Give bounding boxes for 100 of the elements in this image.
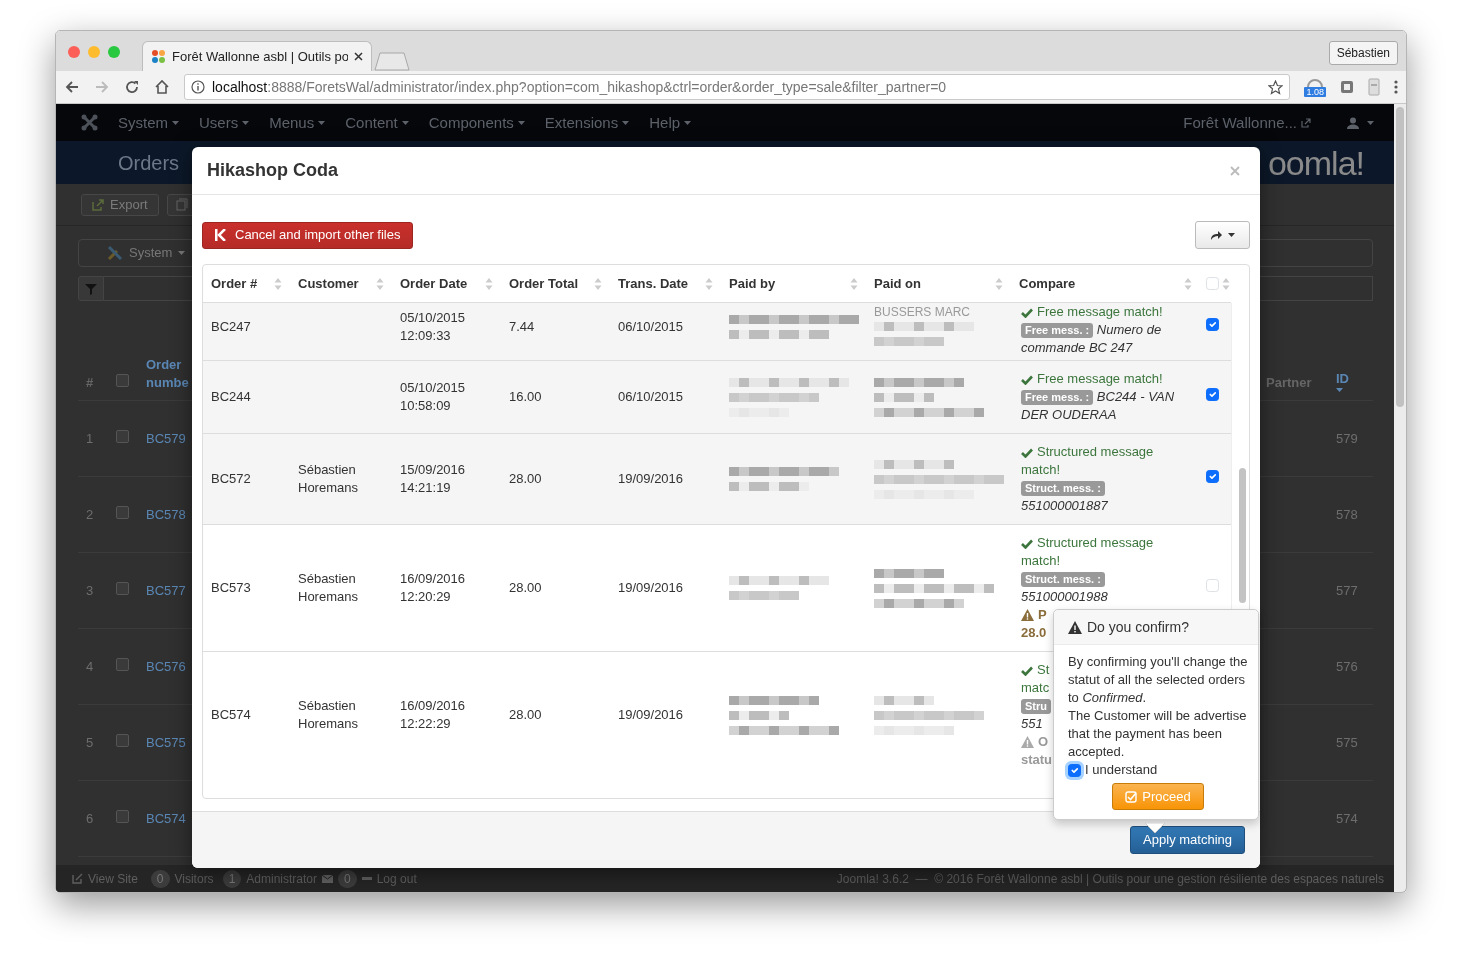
sort-icon[interactable] <box>376 276 384 291</box>
order-link[interactable]: BC576 <box>146 658 186 674</box>
checkbox[interactable] <box>116 505 129 519</box>
order-link[interactable]: BC577 <box>146 582 186 598</box>
site-link[interactable]: Forêt Wallonne... <box>1183 113 1297 132</box>
caret-icon <box>517 120 525 125</box>
table-cell: 574 <box>1336 810 1358 826</box>
checkbox[interactable] <box>1206 388 1219 401</box>
extension-icon[interactable] <box>1368 78 1380 96</box>
home-icon[interactable] <box>154 79 170 95</box>
column-header[interactable]: Order numbe <box>146 356 194 392</box>
checkbox[interactable] <box>1206 318 1219 331</box>
warning-message: 28.0 <box>1021 624 1047 642</box>
sort-icon[interactable] <box>995 276 1003 291</box>
menu-item[interactable]: Extensions <box>544 113 630 132</box>
scrollbar-thumb[interactable] <box>1396 107 1404 407</box>
scrollbar-thumb[interactable] <box>1239 468 1246 603</box>
share-button[interactable] <box>1195 221 1250 249</box>
close-button[interactable] <box>68 46 80 58</box>
sort-icon[interactable] <box>274 276 282 291</box>
view-site-link[interactable]: View Site <box>88 869 138 888</box>
address-bar[interactable]: localhost:8888/ForetsWal/administrator/index.php?option=com_hikashop&ctrl=order&order_type=sale&filter_partner=0 <box>184 74 1291 100</box>
new-tab-button[interactable] <box>374 51 410 71</box>
reload-icon[interactable] <box>124 79 140 95</box>
checkbox[interactable] <box>116 657 129 671</box>
match-message: St <box>1021 661 1050 679</box>
table-cell: 19/09/2016 <box>618 707 684 722</box>
filter-button[interactable] <box>78 276 104 301</box>
extension-icon[interactable] <box>1340 79 1354 95</box>
cancel-button[interactable]: Cancel and import other files <box>202 221 414 249</box>
sort-icon[interactable] <box>1222 276 1230 291</box>
checkbox-icon <box>1125 790 1138 803</box>
checkbox[interactable] <box>116 581 129 595</box>
menu-item[interactable]: Components <box>428 113 525 132</box>
profile-button[interactable]: Sébastien <box>1328 41 1398 65</box>
check-icon <box>1021 665 1033 676</box>
row-number: 1 <box>86 430 94 446</box>
order-link[interactable]: BC578 <box>146 506 186 522</box>
tag-label: Stru <box>1021 699 1051 714</box>
caret-icon <box>622 120 630 125</box>
menu-item[interactable]: Help <box>649 113 692 132</box>
order-link[interactable]: BC575 <box>146 734 186 750</box>
forward-icon[interactable] <box>94 79 110 95</box>
sort-icon[interactable] <box>485 276 493 291</box>
url-text: localhost:8888/ForetsWal/administrator/index.php?option=com_hikashop&ctrl=order&order_type=sale&filter_partner=0 <box>212 78 948 96</box>
info-icon <box>191 80 205 94</box>
sort-caret-icon[interactable] <box>1336 388 1343 392</box>
modal-title: Hikashop Coda <box>207 159 339 182</box>
sort-icon[interactable] <box>850 276 858 291</box>
menu-item[interactable]: Content <box>345 113 409 132</box>
sort-icon[interactable] <box>705 276 713 291</box>
table-cell: 16.00 <box>509 389 542 404</box>
menu-item[interactable]: Users <box>199 113 250 132</box>
joomla-icon[interactable] <box>81 114 98 131</box>
understand-checkbox[interactable] <box>1068 763 1081 777</box>
table-cell: BC247 <box>211 319 251 334</box>
order-link[interactable]: BC579 <box>146 430 186 446</box>
match-message: Free message match! <box>1021 370 1163 388</box>
column-header: Paid by <box>729 274 776 293</box>
checkbox[interactable] <box>116 374 129 387</box>
menu-item[interactable]: Menus <box>269 113 326 132</box>
table-cell: 06/10/2015 <box>618 319 684 334</box>
table-cell: BC574 <box>211 707 251 722</box>
browser-tab[interactable]: Forêt Wallonne asbl | Outils po <box>142 41 372 71</box>
checkbox[interactable] <box>116 429 129 443</box>
column-header[interactable]: ID <box>1336 370 1373 388</box>
status-message: O <box>1038 733 1049 751</box>
external-link-icon <box>1301 117 1311 128</box>
sort-icon[interactable] <box>594 276 602 291</box>
table-cell: 7.44 <box>509 319 535 334</box>
page-title: Orders <box>118 153 180 172</box>
zoom-button[interactable] <box>108 46 120 58</box>
menu-item[interactable]: System <box>118 113 179 132</box>
gauge-icon <box>1306 77 1325 87</box>
check-icon <box>1021 374 1033 385</box>
table-cell: 577 <box>1336 582 1358 598</box>
checkbox[interactable] <box>1206 470 1219 483</box>
export-button[interactable]: Export <box>81 193 159 216</box>
table-cell: BC572 <box>211 471 251 486</box>
checkbox[interactable] <box>116 809 129 823</box>
check-icon <box>1021 538 1033 549</box>
scrollbar[interactable] <box>1394 104 1406 892</box>
menu-icon[interactable] <box>1394 79 1398 95</box>
select-all-checkbox[interactable] <box>1206 277 1219 290</box>
proceed-button[interactable]: Proceed <box>1112 783 1204 810</box>
user-menu[interactable] <box>1347 116 1374 129</box>
footer-text: Visitors <box>174 870 214 888</box>
back-icon[interactable] <box>64 79 80 95</box>
close-icon[interactable] <box>354 52 363 61</box>
caret-icon <box>1367 120 1374 125</box>
checkbox[interactable] <box>116 733 129 747</box>
table-cell: 16/09/2016 12:20:29 <box>400 571 466 604</box>
star-icon[interactable] <box>1268 79 1284 95</box>
caret-icon <box>172 120 179 125</box>
minimize-button[interactable] <box>88 46 100 58</box>
match-message: Structured message match! <box>1021 534 1155 570</box>
order-link[interactable]: BC574 <box>146 810 186 826</box>
sort-icon[interactable] <box>1184 276 1192 291</box>
column-header: Order # <box>211 274 258 293</box>
apply-matching-button[interactable]: Apply matching <box>1130 826 1245 854</box>
